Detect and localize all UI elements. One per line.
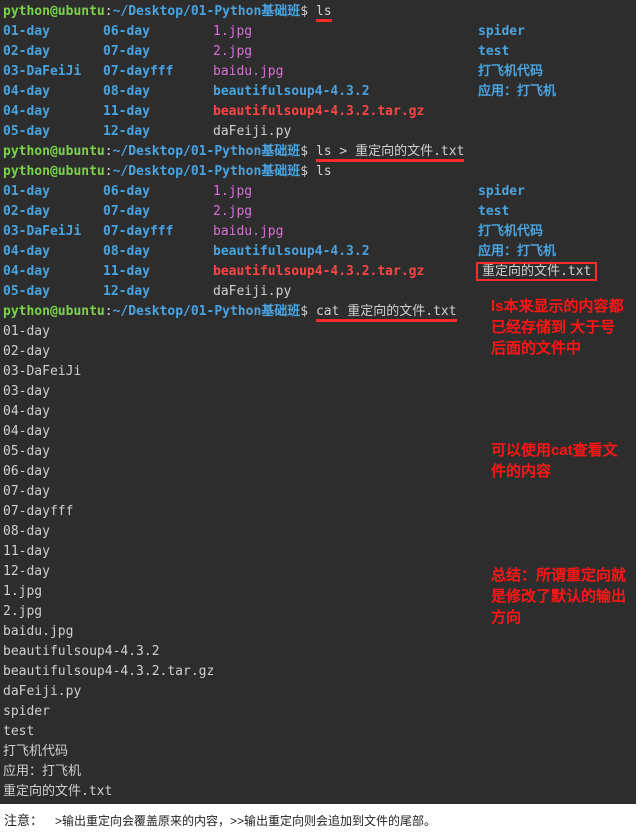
- annotation-1: ls本来显示的内容都已经存储到 大于号后面的文件中: [491, 296, 626, 359]
- annotation-3: 总结：所谓重定向就是修改了默认的输出方向: [491, 565, 626, 628]
- footer-text: >输出重定向会覆盖原来的内容，>>输出重定向则会追加到文件的尾部。: [55, 814, 436, 828]
- ls-output-2: 01-day06-day1.jpgspider 02-day07-day2.jp…: [3, 182, 636, 302]
- terminal-window: python@ubuntu:~/Desktop/01-Python基础班$ ls…: [0, 0, 636, 804]
- command-ls: ls: [316, 4, 332, 22]
- command-ls-redirect: ls > 重定向的文件.txt: [316, 144, 464, 162]
- footer-note: 注意： >输出重定向会覆盖原来的内容，>>输出重定向则会追加到文件的尾部。: [0, 804, 440, 835]
- shell-prompt-line[interactable]: python@ubuntu:~/Desktop/01-Python基础班$ ls…: [3, 142, 636, 162]
- annotation-2: 可以使用cat查看文件的内容: [491, 440, 626, 482]
- ls-output-1: 01-day06-day1.jpgspider 02-day07-day2.jp…: [3, 22, 636, 142]
- command-ls: ls: [316, 164, 332, 179]
- shell-prompt-line[interactable]: python@ubuntu:~/Desktop/01-Python基础班$ ls: [3, 162, 636, 182]
- footer-label: 注意：: [4, 813, 43, 828]
- command-cat: cat 重定向的文件.txt: [316, 304, 457, 322]
- highlighted-new-file: 重定向的文件.txt: [476, 262, 597, 281]
- shell-prompt-line[interactable]: python@ubuntu:~/Desktop/01-Python基础班$ ls: [3, 2, 636, 22]
- cat-output: 01-day 02-day 03-DaFeiJi 03-day 04-day 0…: [3, 322, 636, 802]
